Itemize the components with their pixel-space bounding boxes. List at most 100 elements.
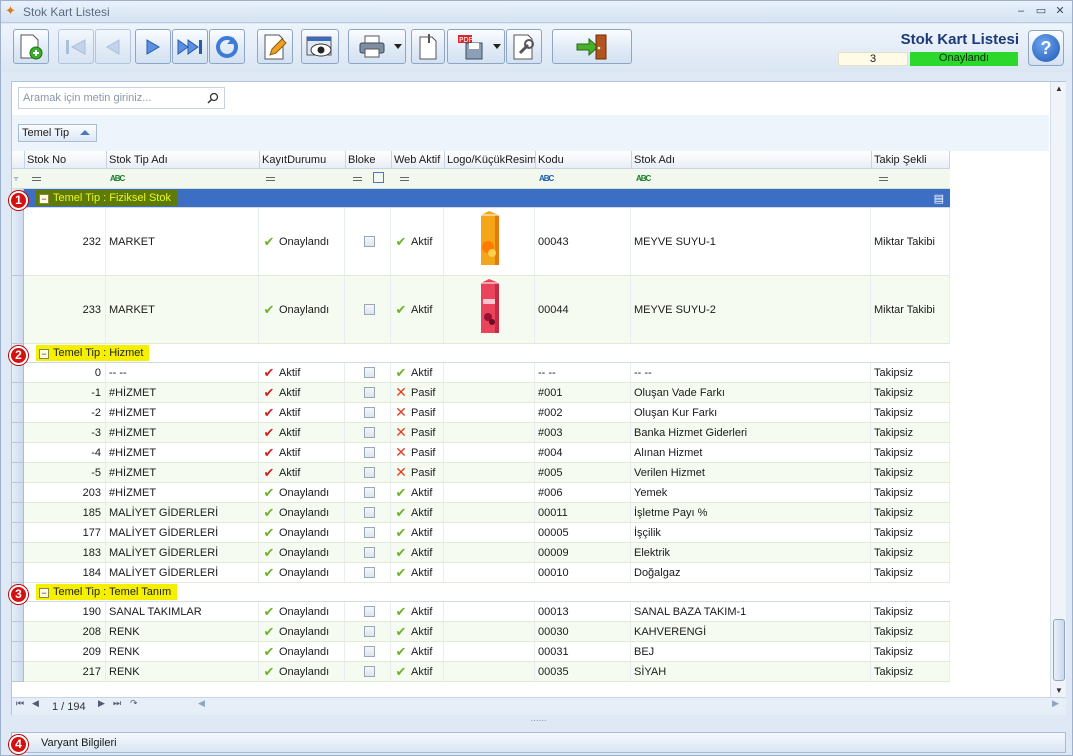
bloke-checkbox[interactable]	[364, 527, 375, 538]
bloke-checkbox[interactable]	[364, 547, 375, 558]
cell-bloke[interactable]	[345, 483, 391, 502]
table-row[interactable]: 209 RENK ✔ Onaylandı ✔ Aktif 00031 BEJ Takipsiz	[24, 642, 950, 662]
column-header[interactable]: Web Aktif	[391, 151, 444, 169]
pdf-save-button[interactable]: PDF	[447, 29, 505, 64]
cell-bloke[interactable]	[345, 403, 391, 422]
table-row[interactable]: 232 MARKET ✔ Onaylandı ✔ Aktif 00043 MEYVE SUYU…	[24, 208, 950, 276]
group-row[interactable]: − Temel Tip : Hizmet	[24, 344, 950, 363]
bloke-checkbox[interactable]	[364, 666, 375, 677]
column-header[interactable]: Stok Tip Adı	[106, 151, 259, 169]
exit-button[interactable]	[552, 29, 632, 64]
table-row[interactable]: 233 MARKET ✔ Onaylandı ✔ Aktif 00044 MEYVE SUYU…	[24, 276, 950, 344]
row-selector[interactable]	[12, 463, 24, 483]
edit-button[interactable]	[257, 29, 293, 64]
prev-page-icon[interactable]: ◀	[32, 698, 39, 709]
new-button[interactable]	[13, 29, 49, 64]
table-row[interactable]: -1 #HİZMET ✔ Aktif ✕ Pasif #001 Oluşan Vade Far…	[24, 383, 950, 403]
group-label[interactable]: − Temel Tip : Fiziksel Stok	[36, 190, 177, 206]
cell-bloke[interactable]	[345, 662, 391, 681]
row-selector[interactable]	[12, 662, 24, 682]
refresh-button[interactable]	[209, 29, 245, 64]
cell-bloke[interactable]	[345, 523, 391, 542]
bloke-checkbox[interactable]	[364, 567, 375, 578]
minimize-icon[interactable]: –	[1013, 4, 1029, 19]
row-selector[interactable]	[12, 602, 24, 622]
cell-bloke[interactable]	[345, 276, 391, 343]
table-row[interactable]: 208 RENK ✔ Onaylandı ✔ Aktif 00030 KAHVERENGİ Ta…	[24, 622, 950, 642]
table-row[interactable]: 183 MALİYET GİDERLERİ ✔ Onaylandı ✔ Aktif 0000…	[24, 543, 950, 563]
maximize-icon[interactable]: ▭	[1033, 4, 1049, 19]
row-selector[interactable]	[12, 208, 24, 276]
bloke-checkbox[interactable]	[364, 606, 375, 617]
cell-bloke[interactable]	[345, 622, 391, 641]
hscroll-right-icon[interactable]: ▶	[1052, 698, 1059, 709]
splitter-handle[interactable]: ⋯⋯	[11, 717, 1066, 725]
table-row[interactable]: -2 #HİZMET ✔ Aktif ✕ Pasif #002 Oluşan Kur Fark…	[24, 403, 950, 423]
collapse-icon[interactable]: −	[39, 349, 49, 359]
prev-record-button[interactable]	[95, 29, 131, 64]
vertical-scrollbar[interactable]: ▲ ▼	[1050, 82, 1066, 699]
table-row[interactable]: 190 SANAL TAKIMLAR ✔ Onaylandı ✔ Aktif 00013 SA…	[24, 602, 950, 622]
bloke-checkbox[interactable]	[364, 236, 375, 247]
table-row[interactable]: 0 -- -- ✔ Aktif ✔ Aktif -- -- -- -- Takipsiz	[24, 363, 950, 383]
column-header[interactable]: Logo/KüçükResim	[444, 151, 535, 169]
last-record-button[interactable]	[172, 29, 208, 64]
table-row[interactable]: 217 RENK ✔ Onaylandı ✔ Aktif 00035 SİYAH Takipsi…	[24, 662, 950, 682]
cell-bloke[interactable]	[345, 642, 391, 661]
preview-button[interactable]	[301, 29, 339, 64]
row-selector[interactable]	[12, 443, 24, 463]
group-row[interactable]: − Temel Tip : Fiziksel Stok ▤	[24, 189, 950, 208]
table-row[interactable]: 185 MALİYET GİDERLERİ ✔ Onaylandı ✔ Aktif 0001…	[24, 503, 950, 523]
refresh-page-icon[interactable]: ↷	[130, 698, 138, 709]
collapse-icon[interactable]: −	[39, 588, 49, 598]
scroll-thumb[interactable]	[1053, 619, 1065, 681]
cell-bloke[interactable]	[345, 543, 391, 562]
cell-bloke[interactable]	[345, 443, 391, 462]
cell-bloke[interactable]	[345, 383, 391, 402]
collapse-icon[interactable]: −	[39, 194, 49, 204]
bloke-checkbox[interactable]	[364, 626, 375, 637]
table-row[interactable]: 177 MALİYET GİDERLERİ ✔ Onaylandı ✔ Aktif 0000…	[24, 523, 950, 543]
row-selector[interactable]	[12, 403, 24, 423]
group-row[interactable]: − Temel Tip : Temel Tanım	[24, 583, 950, 602]
last-page-icon[interactable]: ⏭	[113, 698, 121, 709]
search-input[interactable]: Aramak için metin giriniz...	[18, 87, 225, 109]
group-label[interactable]: − Temel Tip : Hizmet	[36, 345, 150, 361]
row-selector[interactable]	[12, 543, 24, 563]
column-header[interactable]: Stok No	[24, 151, 106, 169]
row-selector[interactable]	[12, 383, 24, 403]
table-row[interactable]: -5 #HİZMET ✔ Aktif ✕ Pasif #005 Verilen Hizmet T…	[24, 463, 950, 483]
bloke-checkbox[interactable]	[364, 304, 375, 315]
variant-info-bar[interactable]: Varyant Bilgileri	[11, 732, 1066, 753]
bloke-checkbox[interactable]	[364, 487, 375, 498]
column-header[interactable]: Kodu	[535, 151, 631, 169]
row-selector[interactable]	[12, 276, 24, 344]
bloke-checkbox[interactable]	[364, 467, 375, 478]
bloke-checkbox[interactable]	[364, 447, 375, 458]
print-button[interactable]	[348, 29, 406, 64]
bloke-checkbox[interactable]	[364, 407, 375, 418]
first-page-icon[interactable]: ⏮	[16, 698, 24, 709]
cell-bloke[interactable]	[345, 423, 391, 442]
cell-bloke[interactable]	[345, 602, 391, 621]
table-row[interactable]: -4 #HİZMET ✔ Aktif ✕ Pasif #004 Alınan Hizmet Ta…	[24, 443, 950, 463]
hscroll-left-icon[interactable]: ◀	[198, 698, 205, 709]
row-selector[interactable]	[12, 523, 24, 543]
column-header[interactable]: Stok Adı	[631, 151, 871, 169]
copy-button[interactable]	[411, 29, 445, 64]
first-record-button[interactable]	[58, 29, 94, 64]
bloke-checkbox[interactable]	[364, 646, 375, 657]
cell-bloke[interactable]	[345, 363, 391, 382]
column-header[interactable]: Bloke	[345, 151, 391, 169]
bloke-checkbox[interactable]	[364, 507, 375, 518]
row-selector[interactable]	[12, 483, 24, 503]
bloke-checkbox[interactable]	[364, 427, 375, 438]
row-selector[interactable]	[12, 563, 24, 583]
bloke-checkbox[interactable]	[364, 367, 375, 378]
table-row[interactable]: 203 #HİZMET ✔ Onaylandı ✔ Aktif #006 Yemek Takip…	[24, 483, 950, 503]
close-icon[interactable]: ✕	[1052, 4, 1068, 19]
table-row[interactable]: 184 MALİYET GİDERLERİ ✔ Onaylandı ✔ Aktif 0001…	[24, 563, 950, 583]
cell-bloke[interactable]	[345, 463, 391, 482]
column-header[interactable]: Takip Şekli	[871, 151, 950, 169]
cell-bloke[interactable]	[345, 208, 391, 275]
